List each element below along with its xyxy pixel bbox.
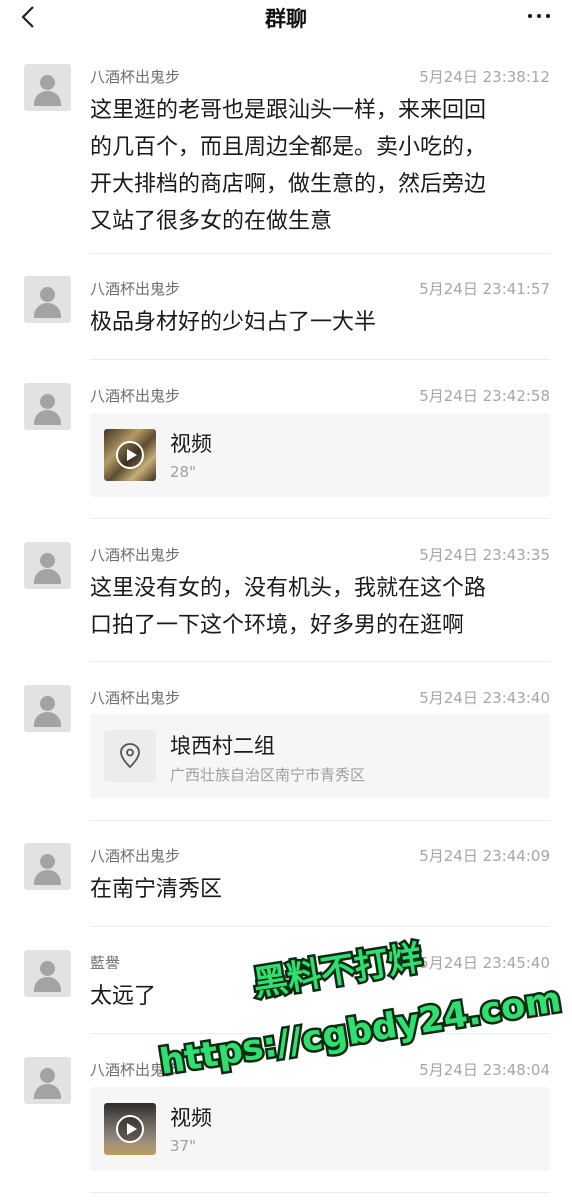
- avatar[interactable]: [24, 1057, 71, 1104]
- message-text[interactable]: 这里逛的老哥也是跟汕头一样，来来回回 的几百个，而且周边全都是。卖小吃的， 开大…: [90, 92, 550, 240]
- sender-name: 八酒杯出鬼步: [90, 1061, 181, 1079]
- message-time: 5月24日 23:43:40: [419, 689, 550, 707]
- divider: [90, 253, 550, 254]
- text-line: 在南宁清秀区: [90, 877, 223, 902]
- message-time: 5月24日 23:48:04: [419, 1061, 550, 1079]
- sender-name: 八酒杯出鬼步: [90, 387, 181, 405]
- text-line: 的几百个，而且周边全都是。卖小吃的，: [90, 135, 487, 160]
- avatar[interactable]: [24, 542, 71, 589]
- divider: [90, 926, 550, 927]
- video-label: 视频: [170, 432, 212, 456]
- message-text[interactable]: 这里没有女的，没有机头，我就在这个路 口拍了一下这个环境，好多男的在逛啊: [90, 570, 550, 644]
- location-icon: [104, 730, 156, 782]
- sender-name: 八酒杯出鬼步: [90, 546, 181, 564]
- chat-title: 群聊: [265, 7, 307, 31]
- more-options-icon[interactable]: [528, 14, 550, 18]
- avatar[interactable]: [24, 383, 71, 430]
- divider: [90, 1033, 550, 1034]
- avatar[interactable]: [24, 685, 71, 732]
- avatar[interactable]: [24, 843, 71, 890]
- play-icon: [116, 1115, 144, 1143]
- sender-name: 八酒杯出鬼步: [90, 68, 181, 86]
- message-time: 5月24日 23:38:12: [419, 68, 550, 86]
- play-icon: [116, 441, 144, 469]
- message-time: 5月24日 23:44:09: [419, 847, 550, 865]
- video-thumbnail: [104, 429, 156, 481]
- divider: [90, 359, 550, 360]
- divider: [90, 820, 550, 821]
- text-line: 开大排档的商店啊，做生意的，然后旁边: [90, 172, 487, 197]
- text-line: 又站了很多女的在做生意: [90, 209, 333, 234]
- message-time: 5月24日 23:41:57: [419, 280, 550, 298]
- sender-name: 八酒杯出鬼步: [90, 847, 181, 865]
- message-text[interactable]: 在南宁清秀区: [90, 871, 550, 908]
- location-name: 埌西村二组: [170, 734, 275, 758]
- location-address: 广西壮族自治区南宁市青秀区: [170, 766, 366, 784]
- message-time: 5月24日 23:42:58: [419, 387, 550, 405]
- video-duration: 28": [170, 463, 196, 481]
- video-card[interactable]: 视频 37": [90, 1087, 550, 1171]
- text-line: 极品身材好的少妇占了一大半: [90, 310, 377, 335]
- video-duration: 37": [170, 1137, 196, 1155]
- sender-name: 八酒杯出鬼步: [90, 689, 181, 707]
- avatar[interactable]: [24, 64, 71, 111]
- top-bar: 群聊: [0, 0, 572, 38]
- video-label: 视频: [170, 1106, 212, 1130]
- avatar[interactable]: [24, 276, 71, 323]
- message-time: 5月24日 23:45:40: [419, 954, 550, 972]
- text-line: 太远了: [90, 984, 157, 1009]
- divider: [90, 518, 550, 519]
- divider: [90, 1192, 550, 1193]
- text-line: 这里逛的老哥也是跟汕头一样，来来回回: [90, 98, 487, 123]
- message-text[interactable]: 极品身材好的少妇占了一大半: [90, 304, 550, 341]
- text-line: 口拍了一下这个环境，好多男的在逛啊: [90, 613, 465, 638]
- text-line: 这里没有女的，没有机头，我就在这个路: [90, 576, 487, 601]
- divider: [90, 661, 550, 662]
- video-thumbnail: [104, 1103, 156, 1155]
- sender-name: 八酒杯出鬼步: [90, 280, 181, 298]
- message-text[interactable]: 太远了: [90, 978, 550, 1015]
- location-card[interactable]: 埌西村二组 广西壮族自治区南宁市青秀区: [90, 714, 550, 798]
- avatar[interactable]: [24, 950, 71, 997]
- video-card[interactable]: 视频 28": [90, 413, 550, 497]
- sender-name: 藍譽: [90, 954, 121, 972]
- message-time: 5月24日 23:43:35: [419, 546, 550, 564]
